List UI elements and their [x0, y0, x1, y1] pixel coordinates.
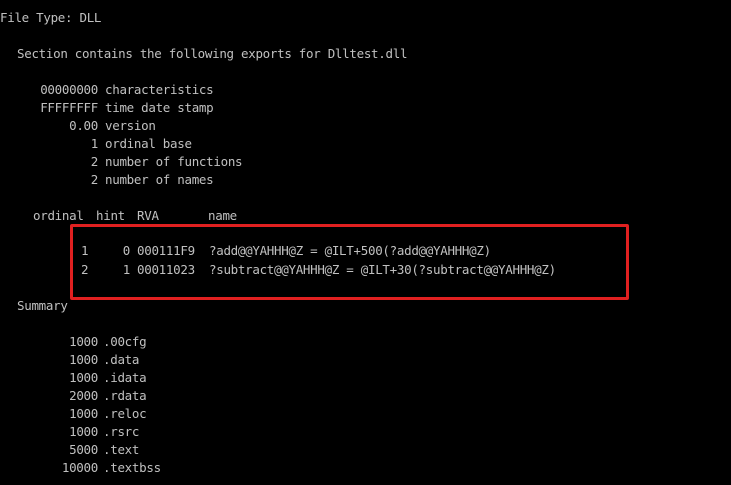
summary-section-rdata: .rdata	[103, 388, 147, 403]
number-of-names-value: 2	[90, 172, 99, 187]
ordinal-base-value: 1	[90, 136, 99, 151]
rva-column-header: RVA	[137, 208, 159, 223]
console-window[interactable]: File Type: DLL Section contains the foll…	[0, 0, 731, 485]
number-of-functions-value: 2	[90, 154, 99, 169]
summary-section-reloc: .reloc	[103, 406, 147, 421]
number-of-names-label: number of names	[105, 172, 214, 187]
summary-size-data: 1000	[69, 352, 98, 367]
characteristics-value: 00000000	[40, 82, 98, 97]
summary-size-text: 5000	[69, 442, 98, 457]
characteristics-label: characteristics	[105, 82, 214, 97]
time-date-stamp-label: time date stamp	[105, 100, 214, 115]
name-column-header: name	[208, 208, 237, 223]
summary-section-rsrc: .rsrc	[103, 424, 140, 439]
summary-title: Summary	[17, 298, 68, 313]
version-label: version	[105, 118, 156, 133]
summary-size-rdata: 2000	[69, 388, 98, 403]
summary-size-rsrc: 1000	[69, 424, 98, 439]
hint-column-header: hint	[96, 208, 125, 223]
summary-size-idata: 1000	[69, 370, 98, 385]
summary-size-00cfg: 1000	[69, 334, 98, 349]
exports-highlight-box	[70, 224, 629, 300]
file-type-line: File Type: DLL	[0, 10, 102, 25]
summary-size-textbss: 10000	[61, 460, 98, 475]
number-of-functions-label: number of functions	[105, 154, 243, 169]
version-value: 0.00	[69, 118, 98, 133]
section-header-line: Section contains the following exports f…	[17, 46, 408, 61]
summary-section-textbss: .textbss	[103, 460, 161, 475]
summary-section-00cfg: .00cfg	[103, 334, 147, 349]
time-date-stamp-value: FFFFFFFF	[40, 100, 98, 115]
summary-section-data: .data	[103, 352, 140, 367]
summary-size-reloc: 1000	[69, 406, 98, 421]
ordinal-base-label: ordinal base	[105, 136, 192, 151]
summary-section-text: .text	[103, 442, 140, 457]
summary-section-idata: .idata	[103, 370, 147, 385]
ordinal-column-header: ordinal	[33, 208, 84, 223]
